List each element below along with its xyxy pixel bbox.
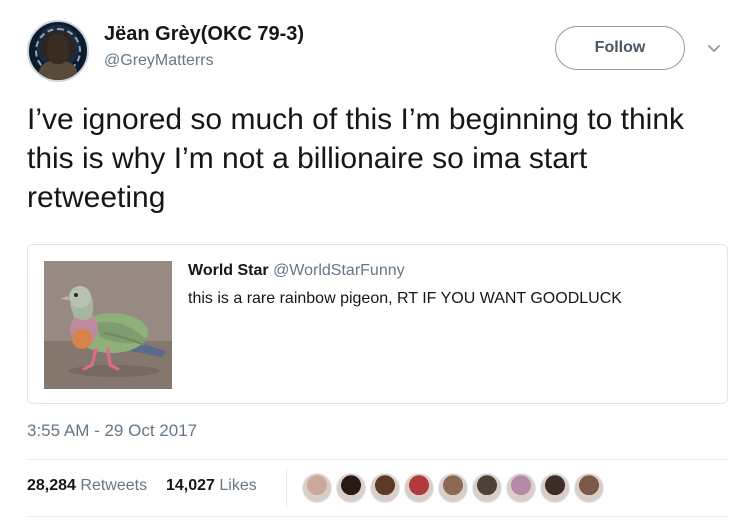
- avatar-face: [47, 34, 69, 64]
- retweets-count: 28,284: [27, 477, 76, 494]
- likes-label: Likes: [219, 477, 257, 494]
- liker-avatar[interactable]: [540, 473, 570, 503]
- retweets-label: Retweets: [80, 477, 148, 494]
- tweet-text: I’ve ignored so much of this I’m beginni…: [27, 103, 685, 214]
- author-handle[interactable]: @GreyMatterrs: [104, 52, 214, 70]
- chevron-down-icon[interactable]: [707, 42, 721, 56]
- author-name[interactable]: Jëan Grèy(OKC 79-3): [104, 23, 304, 46]
- liker-avatar[interactable]: [506, 473, 536, 503]
- divider-top: [27, 459, 728, 460]
- retweets-stat[interactable]: 28,284 Retweets: [27, 477, 152, 494]
- divider-bottom: [27, 516, 728, 517]
- liker-avatar[interactable]: [438, 473, 468, 503]
- tweet-stats: 28,284 Retweets 14,027 Likes: [27, 477, 257, 495]
- quoted-author-line: World Star @WorldStarFunny: [188, 261, 717, 281]
- liker-avatar[interactable]: [370, 473, 400, 503]
- pigeon-illustration: [44, 261, 172, 389]
- quoted-author-name[interactable]: World Star: [188, 262, 269, 279]
- tweet-header: Jëan Grèy(OKC 79-3) @GreyMatterrs Follow: [27, 20, 728, 82]
- stats-separator: [286, 468, 287, 508]
- tweet-timestamp[interactable]: 3:55 AM - 29 Oct 2017: [27, 421, 197, 441]
- quoted-tweet[interactable]: World Star @WorldStarFunny this is a rar…: [27, 244, 728, 404]
- liker-avatar[interactable]: [574, 473, 604, 503]
- likes-count: 14,027: [166, 477, 215, 494]
- quoted-tweet-text: this is a rare rainbow pigeon, RT IF YOU…: [188, 290, 622, 307]
- rainbow-pigeon-photo[interactable]: [44, 261, 172, 389]
- liker-avatar[interactable]: [336, 473, 366, 503]
- liker-avatar[interactable]: [472, 473, 502, 503]
- follow-button[interactable]: Follow: [555, 26, 685, 70]
- liker-avatars: [302, 473, 608, 503]
- liker-avatar[interactable]: [404, 473, 434, 503]
- quoted-author-handle[interactable]: @WorldStarFunny: [273, 262, 405, 279]
- liker-avatar[interactable]: [302, 473, 332, 503]
- quoted-tweet-body: World Star @WorldStarFunny this is a rar…: [188, 261, 717, 309]
- likes-stat[interactable]: 14,027 Likes: [166, 477, 257, 494]
- author-avatar[interactable]: [27, 20, 89, 82]
